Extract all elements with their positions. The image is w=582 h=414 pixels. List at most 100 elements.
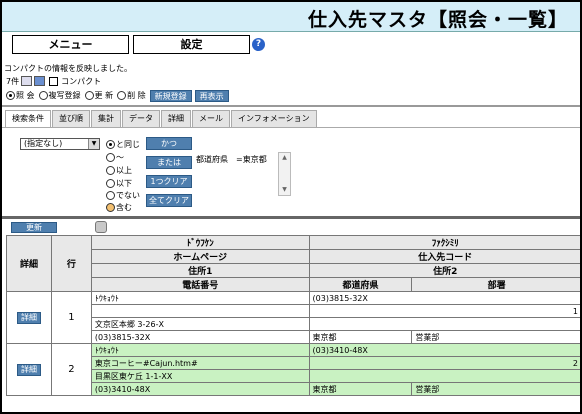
- radio-icon[interactable]: [106, 191, 115, 200]
- divider: [2, 105, 580, 107]
- cell-fax: (03)3815-32X: [308, 291, 580, 305]
- detail-button[interactable]: 詳細: [16, 363, 41, 376]
- radio-icon[interactable]: [117, 91, 127, 100]
- cell-supplier-code: 1: [308, 304, 580, 318]
- radio-icon[interactable]: [106, 203, 115, 212]
- results-table: 詳細 行 ﾄﾞｳﾌｹﾝ ﾌｧｸｼﾐﾘ ホームページ 仕入先コード 住所1 住所2…: [6, 235, 580, 396]
- tab-data[interactable]: データ: [122, 110, 160, 127]
- mode-update[interactable]: 更 新: [84, 90, 113, 101]
- cell-prefecture: 東京都: [308, 330, 413, 344]
- database-icon[interactable]: [95, 221, 107, 233]
- table-row: (03)3410-48X 東京都 営業部: [7, 382, 580, 396]
- tab-search-conditions[interactable]: 検索条件: [5, 110, 51, 127]
- count-row: 7件 コンパクト: [6, 75, 101, 87]
- cell-phone: (03)3815-32X: [90, 330, 310, 344]
- cond-label: 以下: [116, 179, 132, 188]
- cell-department: 営業部: [411, 382, 580, 396]
- cond-label: ～: [116, 153, 124, 162]
- cell-address1: 文京区本郷 3-26-X: [90, 317, 310, 331]
- compact-checkbox[interactable]: [49, 76, 59, 86]
- new-register-button[interactable]: 新規登録: [149, 89, 192, 102]
- cell-homepage[interactable]: 東京コーヒー#Cajun.htm#: [90, 356, 310, 370]
- clear-one-button[interactable]: 1つクリア: [146, 175, 192, 188]
- radio-icon[interactable]: [106, 166, 115, 175]
- chevron-down-icon[interactable]: ▼: [88, 139, 99, 149]
- cond-contains[interactable]: 含む: [106, 202, 132, 213]
- cell-kana: ﾄｳｷｮｳﾄ: [90, 291, 310, 305]
- chevron-down-icon[interactable]: ▼: [279, 185, 290, 195]
- cond-not[interactable]: でない: [106, 190, 140, 201]
- table-row: 1: [7, 304, 580, 318]
- cell-address1: 目黒区東ケ丘 1-1-XX: [90, 369, 310, 383]
- redisplay-button[interactable]: 再表示: [194, 89, 229, 102]
- row-number: 2: [50, 343, 92, 396]
- title-bar: 仕入先マスタ【照会・一覧】: [2, 2, 580, 32]
- cell-department: 営業部: [411, 330, 580, 344]
- cond-label: でない: [116, 191, 140, 200]
- header-row: 行: [50, 235, 92, 292]
- table-row: 目黒区東ケ丘 1-1-XX: [7, 369, 580, 383]
- detail-button[interactable]: 詳細: [16, 311, 41, 324]
- table-row: (03)3815-32X 東京都 営業部: [7, 330, 580, 344]
- cond-equal[interactable]: と同じ: [106, 139, 140, 150]
- cell-kana: ﾄｳｷｮｳﾄ: [90, 343, 310, 357]
- update-button[interactable]: 更新: [11, 222, 57, 233]
- header-homepage: ホームページ: [90, 249, 310, 264]
- mode-label: 削 除: [127, 91, 146, 100]
- record-count: 7件: [6, 76, 20, 86]
- tab-mail[interactable]: メール: [192, 110, 230, 127]
- tab-bar: 検索条件 並び順 集計 データ 詳細 メール インフォメーション: [5, 110, 318, 127]
- menu-button[interactable]: メニュー: [12, 35, 129, 54]
- field-select[interactable]: (指定なし) ▼: [20, 138, 100, 150]
- cond-lte[interactable]: 以下: [106, 178, 132, 189]
- header-fax: ﾌｧｸｼﾐﾘ: [308, 235, 580, 250]
- header-kana: ﾄﾞｳﾌｹﾝ: [90, 235, 310, 250]
- chevron-up-icon[interactable]: ▲: [279, 153, 290, 163]
- field-select-value: (指定なし): [24, 139, 63, 148]
- cond-range[interactable]: ～: [106, 152, 124, 163]
- radio-icon[interactable]: [6, 91, 15, 100]
- clear-all-button[interactable]: 全てクリア: [146, 194, 192, 207]
- cond-label: と同じ: [116, 140, 140, 149]
- tab-detail[interactable]: 詳細: [161, 110, 191, 127]
- radio-icon[interactable]: [106, 179, 115, 188]
- condition-scrollbar[interactable]: ▲ ▼: [278, 152, 291, 196]
- status-message: コンパクトの情報を反映しました。: [4, 64, 132, 73]
- row-number: 1: [50, 291, 92, 344]
- cond-label: 含む: [116, 203, 132, 212]
- image-icon[interactable]: [34, 76, 46, 86]
- tab-information[interactable]: インフォメーション: [231, 110, 317, 127]
- mode-label: 照 会: [16, 91, 35, 100]
- table-row: 詳細 2 ﾄｳｷｮｳﾄ (03)3410-48X: [6, 343, 580, 396]
- help-icon[interactable]: ?: [252, 38, 265, 51]
- table-row: 詳細 1 ﾄｳｷｮｳﾄ (03)3815-32X: [6, 291, 580, 344]
- settings-button[interactable]: 設定: [133, 35, 250, 54]
- mode-delete[interactable]: 削 除: [117, 90, 146, 101]
- compact-label: コンパクト: [61, 76, 102, 86]
- header-address2: 住所2: [308, 263, 580, 278]
- or-button[interactable]: または: [146, 156, 192, 169]
- mode-copy[interactable]: 複写登録: [38, 90, 81, 101]
- cell-fax: (03)3410-48X: [308, 343, 580, 357]
- mode-row: 照 会 複写登録 更 新 削 除 新規登録 再表示: [6, 89, 232, 102]
- page-title: 仕入先マスタ【照会・一覧】: [307, 9, 568, 31]
- cell-address2: [308, 369, 580, 383]
- tab-aggregate[interactable]: 集計: [91, 110, 121, 127]
- cond-gte[interactable]: 以上: [106, 165, 132, 176]
- radio-icon[interactable]: [106, 153, 115, 162]
- header-department: 部署: [411, 277, 580, 292]
- mode-label: 複写登録: [48, 91, 81, 100]
- mode-view[interactable]: 照 会: [6, 90, 35, 101]
- and-button[interactable]: かつ: [146, 137, 192, 150]
- radio-icon[interactable]: [84, 91, 94, 100]
- table-row: 文京区本郷 3-26-X: [7, 317, 580, 331]
- header-prefecture: 都道府県: [308, 277, 413, 292]
- tab-sort-order[interactable]: 並び順: [52, 110, 90, 127]
- search-panel: (指定なし) ▼ と同じ ～ 以上 以下 でない 含む かつ または 1つクリア…: [2, 128, 580, 216]
- print-icon[interactable]: [21, 76, 33, 86]
- divider: [2, 216, 580, 219]
- cond-label: 以上: [116, 166, 132, 175]
- header-detail: 詳細: [6, 235, 52, 292]
- radio-icon[interactable]: [38, 91, 48, 100]
- radio-icon[interactable]: [106, 140, 115, 149]
